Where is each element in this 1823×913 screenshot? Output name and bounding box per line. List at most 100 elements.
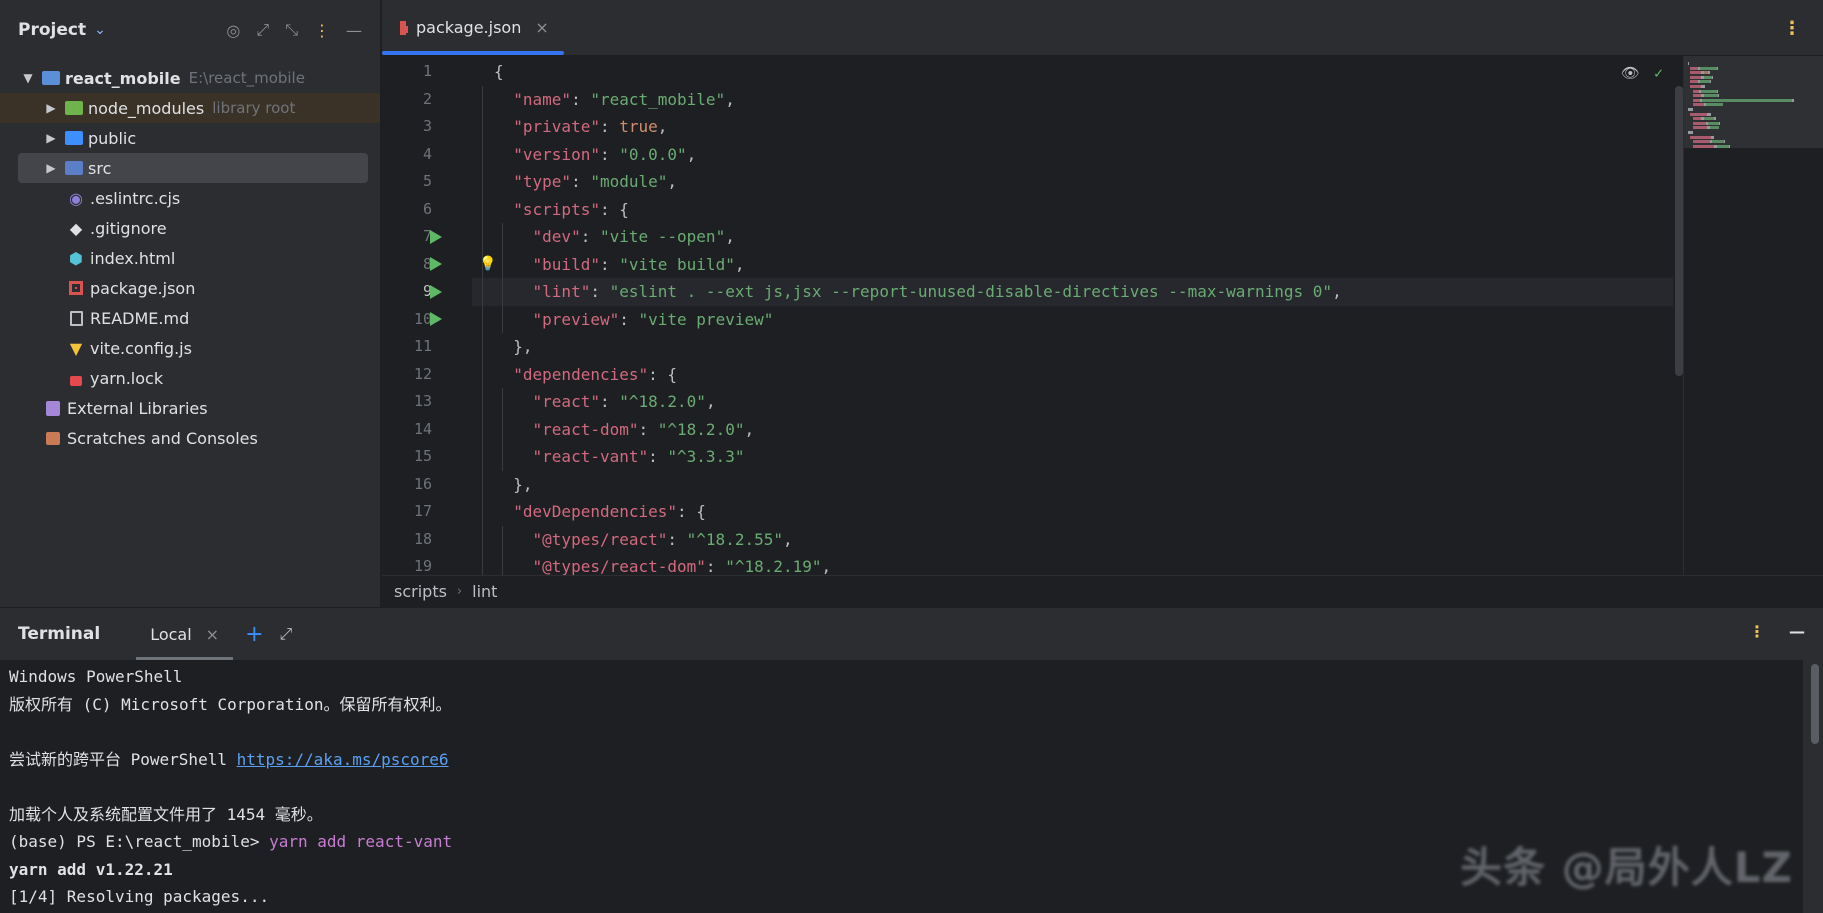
minimap-line (1724, 140, 1726, 144)
line-number: 1 (422, 62, 432, 80)
code-token: : (667, 529, 687, 549)
tree-item-external-libraries[interactable]: External Libraries (0, 393, 380, 423)
project-panel-title[interactable]: Project (18, 20, 86, 40)
terminal-link[interactable]: https://aka.ms/pscore6 (237, 750, 449, 769)
code-token: : (599, 254, 620, 274)
code-line[interactable]: }, (472, 333, 1673, 361)
code-token: true (619, 117, 658, 136)
chevron-right-icon[interactable]: ▶ (43, 161, 59, 175)
chevron-down-icon[interactable]: ▼ (20, 71, 36, 85)
code-token: "^18.2.0" (657, 419, 745, 439)
code-line[interactable]: { (472, 58, 1673, 86)
lock-icon (67, 369, 85, 387)
code-line[interactable]: "react": "^18.2.0", (472, 388, 1673, 416)
tab-local[interactable]: Local × (136, 608, 234, 660)
npm-file-icon (67, 279, 85, 297)
code-line[interactable]: "name": "react_mobile", (472, 86, 1673, 114)
code-line[interactable]: "type": "module", (472, 168, 1673, 196)
tree-item-vite-config[interactable]: ▼ vite.config.js (0, 333, 380, 363)
more-options-icon[interactable]: ⋮ (1783, 18, 1801, 39)
breadcrumb-item-scripts[interactable]: scripts (394, 582, 447, 601)
code-line[interactable]: }, (472, 471, 1673, 499)
tab-package-json[interactable]: package.json × (382, 0, 564, 55)
close-icon[interactable]: × (206, 625, 219, 644)
breadcrumb: scripts › lint (382, 575, 1823, 607)
more-options-icon[interactable]: ⋮ (1749, 622, 1765, 641)
tree-item-label: vite.config.js (90, 338, 192, 358)
code-line[interactable]: "scripts": { (472, 196, 1673, 224)
hide-panel-icon[interactable]: — (1789, 622, 1805, 641)
chevron-right-icon[interactable]: ▶ (43, 101, 59, 115)
tree-root-react-mobile[interactable]: ▼ react_mobile E:\react_mobile (0, 63, 380, 93)
tree-item-node-modules[interactable]: ▶ node_modules library root (0, 93, 380, 123)
minimap-line (1728, 144, 1730, 148)
tree-item-public[interactable]: ▶ public (0, 123, 380, 153)
tree-item-gitignore[interactable]: ◆ .gitignore (0, 213, 380, 243)
minimap-line (1700, 80, 1710, 84)
code-line[interactable]: "react-dom": "^18.2.0", (472, 416, 1673, 444)
reader-mode-icon[interactable]: 👁 (1621, 64, 1640, 82)
code-line[interactable]: "dependencies": { (472, 361, 1673, 389)
web-folder-icon (65, 129, 83, 147)
hide-panel-icon[interactable]: — (346, 21, 362, 40)
tree-item-scratches[interactable]: Scratches and Consoles (0, 423, 380, 453)
code-line[interactable]: "private": true, (472, 113, 1673, 141)
code-line[interactable]: "@types/react-dom": "^18.2.19", (472, 553, 1673, 575)
code-line[interactable]: "devDependencies": { (472, 498, 1673, 526)
tree-item-readme[interactable]: README.md (0, 303, 380, 333)
tree-item-index-html[interactable]: ⬢ index.html (0, 243, 380, 273)
code-line[interactable]: "@types/react": "^18.2.55", (472, 526, 1673, 554)
run-icon[interactable] (430, 278, 444, 306)
locate-icon[interactable]: ◎ (226, 21, 240, 40)
code-token: : { (648, 364, 678, 384)
chevron-right-icon[interactable]: ▶ (43, 131, 59, 145)
run-icon[interactable] (430, 306, 444, 334)
minimap-line (1690, 66, 1698, 70)
code-line[interactable]: "version": "0.0.0", (472, 141, 1673, 169)
expand-all-icon[interactable]: ⤢ (256, 20, 269, 40)
expand-icon[interactable]: ⤢ (280, 624, 293, 644)
chevron-down-icon[interactable]: ⌄ (94, 22, 106, 38)
code-token: "dependencies" (513, 364, 649, 384)
minimap-viewport[interactable] (1684, 56, 1823, 148)
collapse-all-icon[interactable]: ⤡ (285, 20, 298, 40)
code-line[interactable]: "build": "vite build", (472, 251, 1673, 279)
code-minimap[interactable] (1683, 56, 1823, 575)
code-token: : (590, 282, 610, 301)
tree-item-src[interactable]: ▶ src (18, 153, 368, 183)
tree-item-yarn-lock[interactable]: yarn.lock (0, 363, 380, 393)
git-icon: ◆ (69, 218, 83, 238)
breadcrumb-item-lint[interactable]: lint (472, 582, 497, 601)
code-line[interactable]: "react-vant": "^3.3.3" (472, 443, 1673, 471)
new-terminal-icon[interactable]: + (245, 622, 263, 647)
minimap-line (1706, 103, 1723, 107)
code-token: , (667, 172, 678, 191)
tree-item-package-json[interactable]: package.json (0, 273, 380, 303)
minimap-line (1719, 121, 1721, 125)
code-token: , (725, 89, 735, 109)
code-token: "type" (513, 172, 572, 191)
minimap-line (1708, 71, 1710, 75)
terminal-text: [1/4] Resolving packages... (9, 887, 270, 906)
code-token: "vite build" (619, 254, 735, 274)
close-icon[interactable]: × (535, 18, 548, 37)
editor-scrollbar[interactable] (1675, 86, 1683, 376)
code-line[interactable]: "lint": "eslint . --ext js,jsx --report-… (472, 278, 1673, 306)
tree-item-label: index.html (90, 248, 176, 268)
line-number: 14 (413, 419, 432, 438)
line-number: 18 (413, 529, 432, 548)
run-icon[interactable] (430, 251, 444, 279)
minimap-line (1716, 144, 1729, 148)
run-icon[interactable] (430, 223, 444, 251)
tree-item-eslintrc[interactable]: ◉ .eslintrc.cjs (0, 183, 380, 213)
terminal-scrollbar[interactable] (1811, 664, 1819, 744)
terminal-text: Windows PowerShell (9, 667, 183, 686)
code-token: "react" (532, 392, 600, 411)
code-line[interactable]: "dev": "vite --open", (472, 223, 1673, 251)
code-editor[interactable]: 1 2 3 4 5 6 7 8 9 10 11 12 13 14 15 16 17 18 19 { "name": … (382, 56, 1823, 575)
more-options-icon[interactable]: ⋮ (314, 21, 330, 40)
code-line[interactable]: "preview": "vite preview" (472, 306, 1673, 334)
